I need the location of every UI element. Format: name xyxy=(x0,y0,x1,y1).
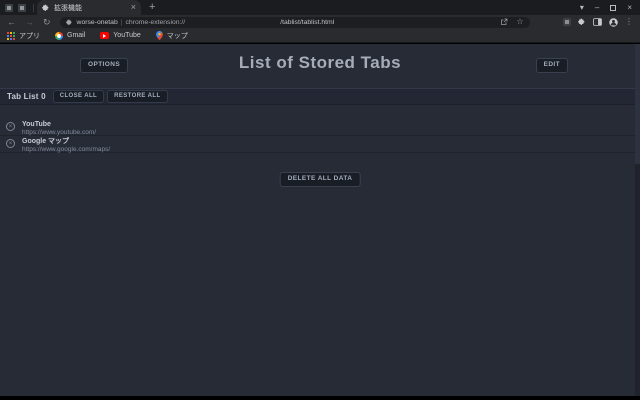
bookmarks-bar: アプリ Gmail YouTube マップ xyxy=(0,29,640,43)
close-tab-icon[interactable]: × xyxy=(131,3,136,12)
tab-group-bar: Tab List 0 CLOSE ALL RESTORE ALL xyxy=(0,88,640,105)
tab-separator xyxy=(33,4,34,12)
bookmark-apps[interactable]: アプリ xyxy=(7,31,40,41)
gmail-icon xyxy=(55,32,63,40)
reload-icon[interactable]: ↻ xyxy=(43,18,51,27)
stored-tab-title[interactable]: Google マップ xyxy=(22,138,640,146)
close-circle-icon[interactable]: × xyxy=(6,122,15,131)
address-bar[interactable]: worse-onetab | chrome-extension:// /tabl… xyxy=(60,17,530,28)
tab-title: 拡張機能 xyxy=(54,3,131,13)
extensions-icon[interactable] xyxy=(578,18,586,26)
toolbar-actions: ⋮ xyxy=(563,18,633,27)
bookmark-label: YouTube xyxy=(113,32,141,39)
url-scheme: chrome-extension:// xyxy=(126,19,186,26)
scrollbar-thumb[interactable] xyxy=(635,44,640,164)
restore-all-button[interactable]: RESTORE ALL xyxy=(107,90,167,104)
bookmark-label: マップ xyxy=(167,31,188,41)
url-separator: | xyxy=(121,19,123,26)
side-panel-icon[interactable] xyxy=(593,18,602,26)
profile-avatar-icon[interactable] xyxy=(609,18,618,27)
pinned-tab-2[interactable] xyxy=(18,4,26,12)
tab-search-icon[interactable]: ▾ xyxy=(580,4,584,12)
bookmark-label: アプリ xyxy=(19,31,40,41)
bookmark-maps[interactable]: マップ xyxy=(156,31,188,41)
stored-tab-url: https://www.youtube.com/ xyxy=(22,129,640,137)
url-extension-name: worse-onetab xyxy=(77,19,118,26)
active-tab[interactable]: 拡張機能 × xyxy=(37,0,141,15)
bookmark-label: Gmail xyxy=(67,32,85,39)
extension-puzzle-icon xyxy=(42,4,50,12)
generic-page-icon xyxy=(20,6,24,10)
delete-all-data-button[interactable]: DELETE ALL DATA xyxy=(280,172,361,187)
tab-strip: 拡張機能 × + ▾ – × xyxy=(0,0,640,15)
menu-kebab-icon[interactable]: ⋮ xyxy=(625,18,633,26)
edit-button[interactable]: EDIT xyxy=(536,58,568,73)
generic-page-icon xyxy=(7,6,11,10)
tab-group-name: Tab List 0 xyxy=(7,92,46,101)
pinned-extension-icon[interactable] xyxy=(563,18,571,26)
extension-puzzle-icon xyxy=(66,19,73,26)
url-path: /tablist/tablist.html xyxy=(280,19,334,26)
stored-tab-url: https://www.google.com/maps/ xyxy=(22,146,640,154)
google-maps-icon xyxy=(156,31,163,40)
new-tab-icon[interactable]: + xyxy=(149,2,155,13)
share-icon[interactable] xyxy=(500,18,508,26)
tablist-page: OPTIONS List of Stored Tabs EDIT Tab Lis… xyxy=(0,44,640,396)
browser-window: 拡張機能 × + ▾ – × ← → ↻ worse-onetab | chro… xyxy=(0,0,640,400)
list-item[interactable]: × YouTube https://www.youtube.com/ xyxy=(0,119,640,136)
bookmark-gmail[interactable]: Gmail xyxy=(55,32,85,40)
list-item[interactable]: × Google マップ https://www.google.com/maps… xyxy=(0,136,640,153)
close-circle-icon[interactable]: × xyxy=(6,139,15,148)
window-controls: ▾ – × xyxy=(580,4,640,12)
window-bottom-edge xyxy=(0,396,640,400)
minimize-icon[interactable]: – xyxy=(595,4,599,12)
stored-tab-title[interactable]: YouTube xyxy=(22,121,640,129)
bookmark-youtube[interactable]: YouTube xyxy=(100,32,141,39)
close-window-icon[interactable]: × xyxy=(627,4,632,12)
scrollbar[interactable] xyxy=(635,44,640,396)
bookmark-star-icon[interactable]: ☆ xyxy=(516,18,523,26)
extension-glyph xyxy=(565,20,569,24)
pinned-tab-1[interactable] xyxy=(5,4,13,12)
maximize-icon[interactable] xyxy=(610,5,616,11)
forward-icon[interactable]: → xyxy=(25,18,34,27)
apps-grid-icon xyxy=(7,32,15,40)
stored-tabs-list: × YouTube https://www.youtube.com/ × Goo… xyxy=(0,119,640,153)
youtube-icon xyxy=(100,32,109,39)
close-all-button[interactable]: CLOSE ALL xyxy=(53,90,104,104)
browser-toolbar: ← → ↻ worse-onetab | chrome-extension://… xyxy=(0,15,640,29)
back-icon[interactable]: ← xyxy=(7,18,16,27)
